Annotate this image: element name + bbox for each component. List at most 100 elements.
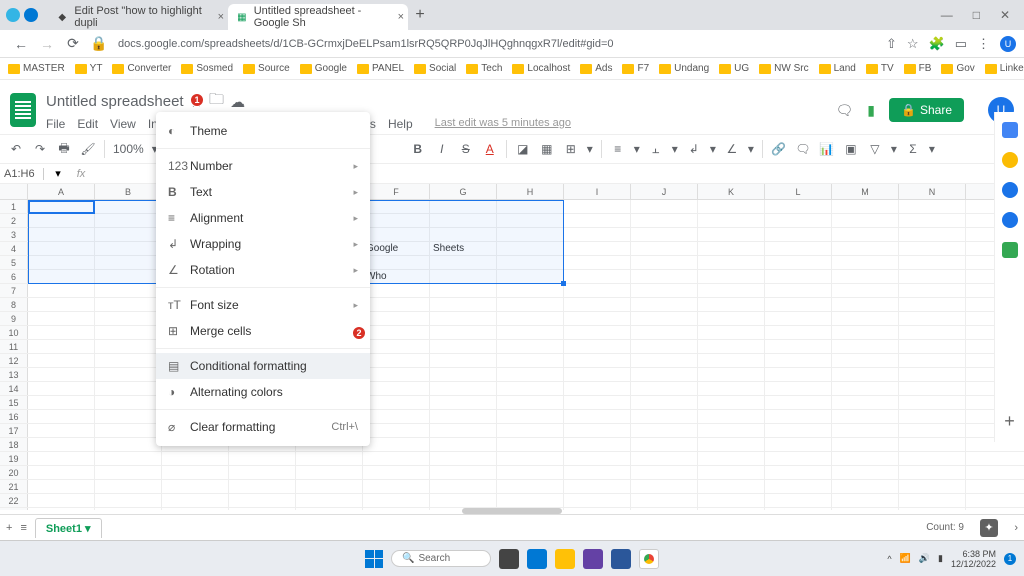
cell[interactable] [497,452,564,465]
cell[interactable] [899,382,966,395]
word-icon[interactable] [611,549,631,569]
cell[interactable] [497,354,564,367]
cell[interactable] [832,368,899,381]
row-header[interactable]: 1 [0,200,28,213]
cell[interactable] [899,354,966,367]
bookmark-folder[interactable]: TV [866,63,894,74]
cell[interactable] [497,242,564,255]
cell[interactable] [832,284,899,297]
filter-button[interactable]: ▽ [867,142,883,156]
col-header[interactable]: B [95,184,162,199]
menuitem-merge[interactable]: ⊞Merge cells▸ [156,318,370,344]
cell[interactable] [363,368,430,381]
chrome-icon[interactable] [639,549,659,569]
grid-row[interactable]: 14 [0,382,1024,396]
cell[interactable] [564,508,631,510]
fill-color-button[interactable]: ◪ [515,142,531,156]
cell[interactable] [363,228,430,241]
cell[interactable] [28,228,95,241]
cell[interactable] [564,228,631,241]
cell[interactable] [296,480,363,493]
window-maximize[interactable]: □ [973,8,980,22]
cell[interactable] [765,438,832,451]
valign-button[interactable]: ⫠ [648,142,664,157]
cell[interactable] [832,396,899,409]
cell[interactable] [765,256,832,269]
cell[interactable] [28,326,95,339]
bold-button[interactable]: B [410,142,426,156]
row-header[interactable]: 8 [0,298,28,311]
cell[interactable] [564,256,631,269]
cell[interactable] [631,452,698,465]
taskbar-search[interactable]: 🔍Search [391,550,491,567]
cell[interactable] [631,410,698,423]
cell[interactable] [698,382,765,395]
cell[interactable] [765,452,832,465]
cell[interactable] [28,256,95,269]
cell[interactable] [765,466,832,479]
bookmark-folder[interactable]: LinkedIn [985,63,1024,74]
col-header[interactable]: M [832,184,899,199]
last-edit-text[interactable]: Last edit was 5 minutes ago [435,117,571,131]
cell[interactable] [832,200,899,213]
cell[interactable] [564,270,631,283]
cell[interactable] [832,354,899,367]
profile-avatar[interactable]: U [1000,36,1016,52]
cell[interactable] [497,410,564,423]
menuitem-theme[interactable]: ◐Theme [156,118,370,144]
cell[interactable] [899,410,966,423]
cell[interactable] [631,382,698,395]
functions-button[interactable]: Σ [905,142,921,156]
cell[interactable] [765,480,832,493]
insert-chart-button[interactable]: 📊 [819,142,835,156]
cell[interactable] [430,326,497,339]
cell[interactable] [95,242,162,255]
calendar-icon[interactable] [1002,122,1018,138]
taskview-icon[interactable] [499,549,519,569]
cell[interactable] [28,340,95,353]
cell[interactable] [430,312,497,325]
cell[interactable] [28,284,95,297]
cell[interactable] [564,312,631,325]
add-sheet-button[interactable]: + [6,522,12,534]
volume-icon[interactable]: 🔊 [919,553,930,564]
cell[interactable] [832,480,899,493]
bookmark-folder[interactable]: Converter [112,63,171,74]
cell[interactable] [497,424,564,437]
grid-row[interactable]: 19 [0,452,1024,466]
cell[interactable] [162,480,229,493]
row-header[interactable]: 21 [0,480,28,493]
menuitem-rotation[interactable]: ∠Rotation▸ [156,257,370,283]
cell[interactable]: Google [363,242,430,255]
row-header[interactable]: 9 [0,312,28,325]
cell[interactable] [899,242,966,255]
cell[interactable] [564,242,631,255]
cell[interactable] [497,298,564,311]
reading-list-icon[interactable]: ▭ [955,36,967,52]
cell[interactable] [28,298,95,311]
cell[interactable] [631,312,698,325]
row-header[interactable]: 10 [0,326,28,339]
cell[interactable] [95,466,162,479]
col-header[interactable]: N [899,184,966,199]
grid-row[interactable]: 5 [0,256,1024,270]
move-icon[interactable]: 🗀 [209,89,224,114]
link-button[interactable]: 🔗 [771,142,787,156]
cell[interactable] [95,200,162,213]
row-header[interactable]: 11 [0,340,28,353]
cell[interactable] [95,270,162,283]
cell[interactable] [95,508,162,510]
redo-button[interactable]: ↷ [32,142,48,156]
cell[interactable] [430,200,497,213]
cell[interactable] [95,410,162,423]
cell[interactable] [363,466,430,479]
cell[interactable] [765,354,832,367]
cell[interactable] [430,354,497,367]
cell[interactable] [765,214,832,227]
menuitem-alternating-colors[interactable]: ◑Alternating colors [156,379,370,405]
cell[interactable] [363,298,430,311]
cell[interactable] [631,270,698,283]
insert-image-button[interactable]: ▣ [843,142,859,156]
col-header[interactable]: I [564,184,631,199]
cell[interactable] [162,466,229,479]
